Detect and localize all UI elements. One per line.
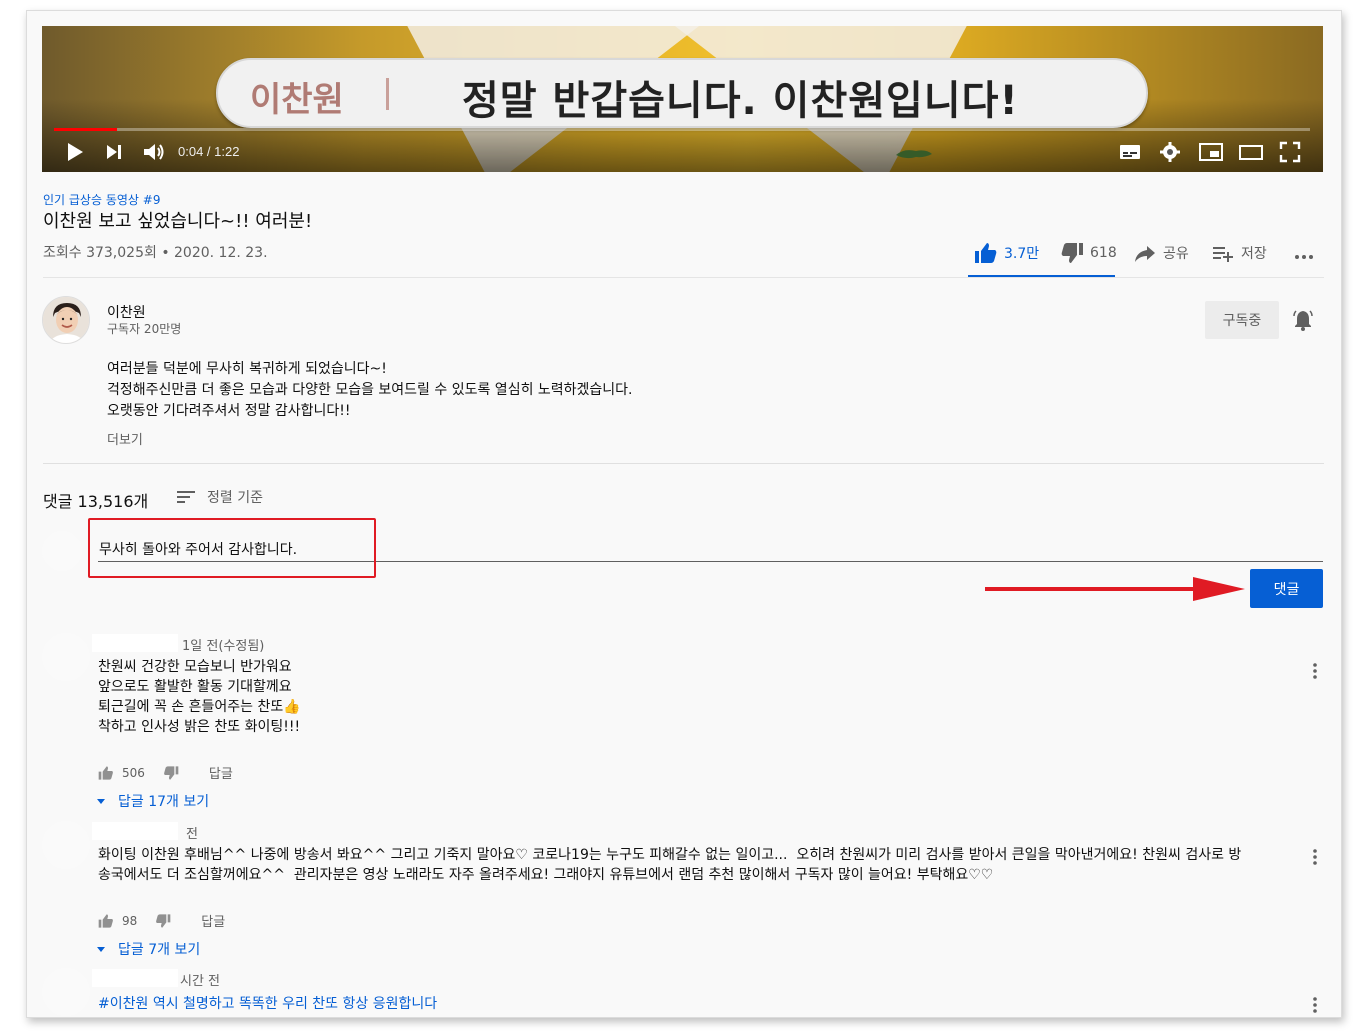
play-icon[interactable] <box>64 140 86 164</box>
divider <box>43 463 1324 464</box>
post-comment-button[interactable]: 댓글 <box>1250 569 1323 608</box>
thumbs-up-icon[interactable] <box>98 913 114 929</box>
next-icon[interactable] <box>104 140 124 164</box>
caret-down-icon <box>97 947 105 952</box>
comment-menu-icon[interactable] <box>1307 995 1323 1015</box>
sort-icon <box>177 491 195 503</box>
video-meta: 조회수 373,025회 • 2020. 12. 23. <box>43 245 268 261</box>
comment-text: 화이팅 이찬원 후배님^^ 나중에 방송서 봐요^^ 그리고 기죽지 말아요♡ … <box>98 847 1242 883</box>
youtube-page: 이찬원 정말 반갑습니다. 이찬원입니다! 0:04 / 1:22 인기 급상승… <box>26 10 1342 1018</box>
reply-button[interactable]: 답글 <box>209 763 233 782</box>
comment-toolbar: 98 답글 <box>98 911 225 930</box>
dislike-button[interactable]: 618 <box>1060 241 1117 265</box>
comment-thread: 전 화이팅 이찬원 후배님^^ 나중에 방송서 봐요^^ 그리고 기죽지 말아요… <box>42 821 1323 971</box>
save-button[interactable]: 저장 <box>1211 241 1267 265</box>
avatar-image <box>43 297 89 343</box>
sort-label: 정렬 기준 <box>207 490 263 506</box>
comment-text: #이찬원 역시 철명하고 똑똑한 우리 찬또 항상 응원합니다 <box>98 996 438 1012</box>
thumbs-down-icon[interactable] <box>163 765 179 781</box>
caption-text: 정말 반갑습니다. 이찬원입니다! <box>462 78 1019 124</box>
miniplayer-icon[interactable] <box>1198 140 1224 164</box>
comment-text: 찬원씨 건강한 모습보니 반가워요 앞으로도 활발한 활동 기대할께요 퇴근길에… <box>98 659 301 735</box>
redacted-author <box>92 969 178 987</box>
description-line: 걱정해주신만큼 더 좋은 모습과 다양한 모습을 보여드릴 수 있도록 열심히 … <box>107 382 633 398</box>
caption-name: 이찬원 <box>250 80 344 120</box>
progress-fill <box>54 128 117 131</box>
redacted-author <box>92 634 178 652</box>
comment-like-count: 506 <box>122 765 145 780</box>
more-actions-icon[interactable] <box>1292 245 1316 269</box>
time-display: 0:04 / 1:22 <box>178 144 240 159</box>
view-replies-button[interactable]: 답글 7개 보기 <box>97 939 201 959</box>
caption-divider <box>386 78 389 110</box>
caret-down-icon <box>97 799 105 804</box>
comment-menu-icon[interactable] <box>1307 847 1323 867</box>
share-button[interactable]: 공유 <box>1133 241 1189 265</box>
video-player[interactable]: 이찬원 정말 반갑습니다. 이찬원입니다! 0:04 / 1:22 <box>42 26 1323 172</box>
comment-time[interactable]: 전 <box>186 823 198 842</box>
description-line: 오랫동안 기다려주셔서 정말 감사합니다!! <box>107 403 351 419</box>
comment-time[interactable]: 시간 전 <box>180 970 220 989</box>
view-replies-button[interactable]: 답글 17개 보기 <box>97 791 210 811</box>
commenter-avatar[interactable] <box>42 968 90 1016</box>
thumbs-down-icon <box>1061 243 1083 263</box>
share-label: 공유 <box>1163 246 1189 262</box>
like-count: 3.7만 <box>1004 246 1040 262</box>
video-caption-banner: 이찬원 정말 반갑습니다. 이찬원입니다! <box>216 58 1148 128</box>
save-label: 저장 <box>1241 246 1267 262</box>
redacted-author <box>92 822 178 840</box>
comment-toolbar: 506 답글 <box>98 763 233 782</box>
channel-name[interactable]: 이찬원 <box>107 302 146 322</box>
progress-bar[interactable] <box>54 128 1310 131</box>
user-avatar <box>42 531 82 571</box>
comment-thread: 시간 전 #이찬원 역시 철명하고 똑똑한 우리 찬또 항상 응원합니다 <box>42 968 1323 1017</box>
channel-avatar[interactable] <box>42 296 90 344</box>
subscribed-button[interactable]: 구독중 <box>1205 301 1279 339</box>
commenter-avatar[interactable] <box>42 633 90 681</box>
video-title: 이찬원 보고 싶었습니다~!! 여러분! <box>43 211 313 232</box>
notification-bell-icon[interactable] <box>1291 308 1315 332</box>
video-description: 여러분들 덕분에 무사히 복귀하게 되었습니다~! 걱정해주신만큼 더 좋은 모… <box>107 359 633 422</box>
comment-count: 댓글 13,516개 <box>43 492 149 511</box>
playlist-add-icon <box>1213 247 1233 262</box>
thumbs-up-icon <box>975 243 997 263</box>
settings-icon[interactable] <box>1158 140 1182 164</box>
like-button[interactable]: 3.7만 <box>974 241 1039 265</box>
share-icon <box>1135 246 1155 262</box>
divider <box>43 277 1324 278</box>
theater-mode-icon[interactable] <box>1238 140 1264 164</box>
comment-menu-icon[interactable] <box>1307 661 1323 681</box>
crocodile-logo-icon <box>896 150 932 159</box>
thumbs-down-icon[interactable] <box>155 913 171 929</box>
comment-like-count: 98 <box>122 913 138 928</box>
subtitles-icon[interactable] <box>1118 140 1142 164</box>
thumbs-up-icon[interactable] <box>98 765 114 781</box>
volume-icon[interactable] <box>142 140 168 164</box>
annotation-arrow-icon <box>985 577 1245 601</box>
player-controls: 0:04 / 1:22 <box>42 136 1323 168</box>
view-replies-label: 답글 17개 보기 <box>118 794 210 810</box>
dislike-count: 618 <box>1090 245 1117 261</box>
description-line: 여러분들 덕분에 무사히 복귀하게 되었습니다~! <box>107 361 387 377</box>
comment-time[interactable]: 1일 전(수정됨) <box>182 635 264 654</box>
sort-menu-button[interactable]: 정렬 기준 <box>177 487 263 507</box>
trending-hashtag-link[interactable]: 인기 급상승 동영상 #9 <box>43 191 160 208</box>
comment-input[interactable] <box>98 536 1323 562</box>
comment-thread: 1일 전(수정됨) 찬원씨 건강한 모습보니 반가워요 앞으로도 활발한 활동 … <box>42 633 1323 810</box>
view-replies-label: 답글 7개 보기 <box>118 942 201 958</box>
subscriber-count: 구독자 20만명 <box>107 322 182 336</box>
show-more-link[interactable]: 더보기 <box>107 429 143 448</box>
reply-button[interactable]: 답글 <box>201 911 225 930</box>
fullscreen-icon[interactable] <box>1278 140 1302 164</box>
commenter-avatar[interactable] <box>42 821 90 869</box>
